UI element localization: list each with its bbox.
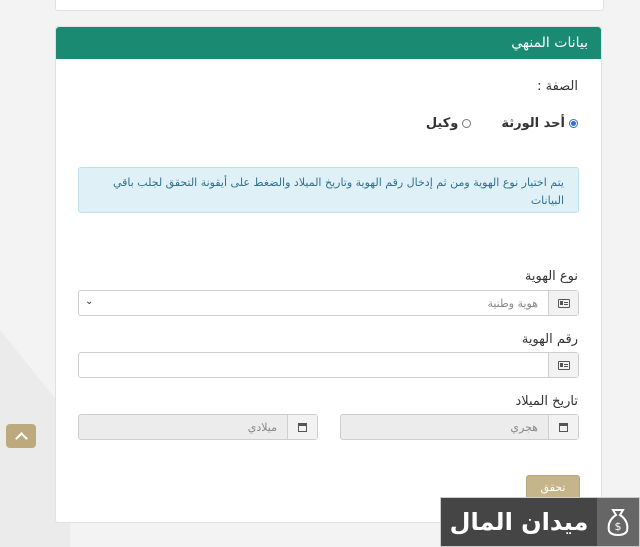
radio-agent-label: وكيل <box>425 116 459 131</box>
id-number-addon <box>548 353 578 377</box>
panel-title: بيانات المنهي <box>511 35 588 51</box>
gregorian-date-addon[interactable] <box>287 415 317 439</box>
hijri-date-addon[interactable] <box>548 415 578 439</box>
gregorian-date-field[interactable]: ميلادي <box>78 414 318 440</box>
panel-header: بيانات المنهي <box>56 27 601 59</box>
id-number-label: رقم الهوية <box>521 332 578 347</box>
id-number-field[interactable] <box>78 352 579 378</box>
gregorian-date-input[interactable]: ميلادي <box>79 415 287 439</box>
radio-heir-label: أحد الورثة <box>501 116 565 131</box>
id-card-icon <box>557 360 570 370</box>
capacity-radio-group: أحد الورثة وكيل <box>396 116 578 131</box>
scroll-to-top-button[interactable] <box>6 424 36 448</box>
hijri-date-field[interactable]: هجري <box>340 414 579 440</box>
info-alert: يتم اختيار نوع الهوية ومن ثم إدخال رقم ا… <box>78 167 579 213</box>
id-card-icon <box>557 298 570 308</box>
chevron-down-icon: ⌄ <box>85 296 94 307</box>
calendar-icon <box>559 422 568 432</box>
id-type-select[interactable]: هوية وطنية ⌄ <box>78 290 579 316</box>
hijri-date-input[interactable]: هجري <box>341 415 548 439</box>
watermark-text: ميدان المال <box>441 498 597 546</box>
id-type-label: نوع الهوية <box>524 269 578 284</box>
id-type-selected-text: هوية وطنية <box>487 296 538 310</box>
money-bag-icon: $ <box>597 498 639 546</box>
deceased-info-panel: بيانات المنهي الصفة : أحد الورثة وكيل يت… <box>55 26 602 523</box>
radio-heir-button[interactable] <box>569 119 578 128</box>
watermark-logo: ميدان المال $ <box>440 497 640 547</box>
svg-text:$: $ <box>615 520 622 533</box>
calendar-icon <box>298 422 307 432</box>
previous-panel-edge <box>55 0 604 11</box>
birth-date-label: تاريخ الميلاد <box>515 394 578 409</box>
id-number-input[interactable] <box>79 353 548 377</box>
id-type-addon <box>548 291 578 315</box>
radio-heir[interactable]: أحد الورثة <box>501 116 578 131</box>
radio-agent-button[interactable] <box>462 119 472 128</box>
id-type-value[interactable]: هوية وطنية ⌄ <box>79 291 548 315</box>
radio-agent[interactable]: وكيل <box>426 116 472 131</box>
capacity-label: الصفة : <box>537 79 578 94</box>
